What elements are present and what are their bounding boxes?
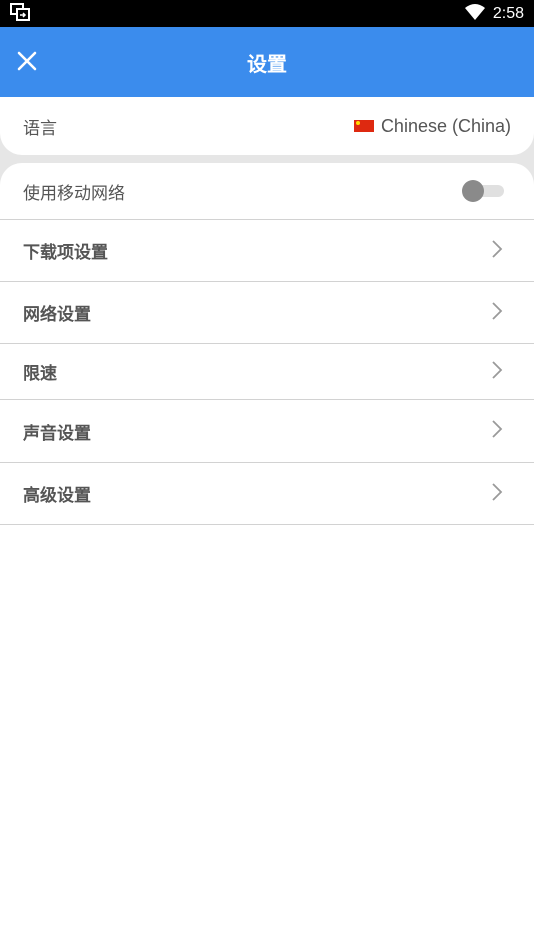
language-row[interactable]: 语言 Chinese (China) [0, 97, 534, 155]
chevron-right-icon [490, 482, 504, 506]
mobile-network-row: 使用移动网络 [0, 163, 534, 220]
chevron-right-icon [490, 419, 504, 443]
settings-item-label: 网络设置 [23, 305, 91, 325]
settings-item-sound[interactable]: 声音设置 [0, 400, 534, 463]
mobile-network-toggle[interactable] [462, 180, 506, 202]
settings-item-label: 限速 [23, 364, 57, 384]
close-icon [16, 50, 38, 76]
language-label: 语言 [23, 118, 57, 139]
settings-item-speed-limit[interactable]: 限速 [0, 344, 534, 400]
status-time: 2:58 [492, 4, 524, 22]
app-bar: 设置 [0, 27, 534, 97]
china-flag-icon [353, 120, 374, 132]
settings-item-download[interactable]: 下载项设置 [0, 220, 534, 282]
settings-item-network[interactable]: 网络设置 [0, 282, 534, 344]
status-bar: 2:58 [0, 0, 534, 27]
close-button[interactable] [12, 48, 42, 78]
language-value: Chinese (China) [353, 115, 511, 137]
chevron-right-icon [490, 239, 504, 263]
language-value-text: Chinese (China) [380, 115, 511, 136]
wifi-icon [464, 3, 485, 24]
settings-item-label: 声音设置 [23, 423, 91, 444]
screen-mirror-icon [10, 2, 30, 25]
chevron-right-icon [490, 360, 504, 384]
settings-item-label: 高级设置 [23, 486, 91, 506]
settings-list: 使用移动网络 下载项设置 网络设置 限速 声音设置 高级设置 [0, 163, 534, 949]
chevron-right-icon [490, 301, 504, 325]
page-title: 设置 [247, 51, 287, 76]
mobile-network-label: 使用移动网络 [23, 183, 125, 204]
settings-item-label: 下载项设置 [23, 243, 108, 263]
settings-item-advanced[interactable]: 高级设置 [0, 463, 534, 525]
